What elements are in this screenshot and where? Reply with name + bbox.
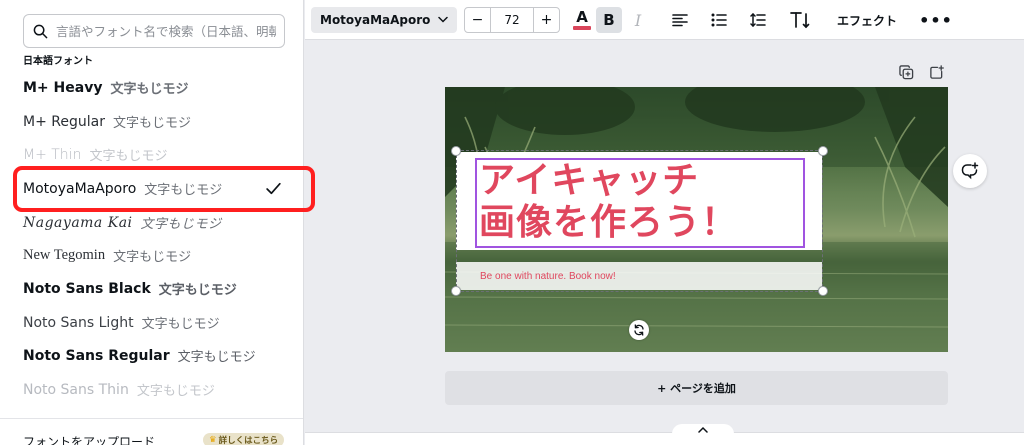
vertical-text-button[interactable] [785,7,815,33]
search-icon [33,24,48,38]
comment-button[interactable] [953,154,987,188]
font-search-box[interactable] [23,14,285,48]
font-sample: 文字もじモジ [113,249,192,264]
font-item-m-plus-regular[interactable]: M+ Regular 文字もじモジ [0,105,303,138]
resize-handle-top-right[interactable] [818,146,828,156]
align-left-icon [672,14,688,27]
rotate-icon [634,324,644,336]
font-sample: 文字もじモジ [89,149,168,164]
effects-button[interactable]: エフェクト [827,7,907,33]
font-name: M+ Thin [23,146,82,163]
font-name: Noto Sans Regular [23,347,170,364]
font-item-motoyamaaporo[interactable]: MotoyaMaAporo 文字もじモジ [0,172,303,205]
duplicate-page-button[interactable] [896,62,916,82]
resize-handle-top-left[interactable] [451,146,461,156]
font-name: M+ Regular [23,113,105,130]
resize-handle-bottom-left[interactable] [451,286,461,296]
checkmark-icon [266,182,281,195]
font-name: Noto Sans Thin [23,381,129,398]
bullet-list-button[interactable] [706,7,732,33]
upload-font-link[interactable]: フォントをアップロード [23,433,155,445]
font-item-noto-sans-thin[interactable]: Noto Sans Thin 文字もじモジ [0,373,303,406]
comment-add-icon [961,162,979,180]
align-left-button[interactable] [667,7,693,33]
font-sample: 文字もじモジ [141,317,220,332]
increase-font-size-button[interactable]: + [534,8,559,32]
font-sample: 文字もじモジ [177,350,256,365]
section-label-japanese-fonts: 日本語フォント [23,56,93,67]
font-item-m-plus-heavy[interactable]: M+ Heavy 文字もじモジ [0,71,303,104]
chevron-down-icon [438,16,448,23]
bold-button[interactable]: B [596,7,622,33]
pro-badge-label: 詳しくはこちら [218,436,279,445]
font-name: Noto Sans Black [23,280,151,297]
duplicate-icon [898,64,913,79]
font-name: Nagayama Kai [23,214,133,231]
subline-text[interactable]: Be one with nature. Book now! [480,271,616,282]
font-family-value: MotoyaMaAporo [320,13,431,27]
font-name: M+ Heavy [23,79,103,96]
font-size-input[interactable]: 72 [490,8,534,32]
font-item-nagayama-kai[interactable]: Nagayama Kai 文字もじモジ [0,206,303,239]
font-item-noto-sans-black[interactable]: Noto Sans Black 文字もじモジ [0,272,303,305]
font-name: MotoyaMaAporo [23,180,137,197]
text-color-glyph: A [576,8,588,26]
vertical-text-icon [790,12,810,29]
bullet-list-icon [711,13,727,27]
decrease-font-size-button[interactable]: − [465,8,490,32]
font-sample: 文字もじモジ [110,82,189,97]
font-size-stepper: − 72 + [464,7,560,33]
line-spacing-button[interactable] [745,7,771,33]
pro-badge[interactable]: ♛ 詳しくはこちら [203,433,285,445]
headline-line-1: アイキャッチ [479,160,700,201]
font-item-noto-sans-light[interactable]: Noto Sans Light 文字もじモジ [0,306,303,339]
headline-line-2: 画像を作ろう！ [479,202,739,243]
chevron-up-icon [698,426,708,433]
panel-divider [0,418,303,419]
font-sample: 文字もじモジ [144,183,223,198]
font-item-noto-sans-regular[interactable]: Noto Sans Regular 文字もじモジ [0,339,303,372]
font-name: Noto Sans Light [23,314,134,331]
font-search-input[interactable] [56,23,276,39]
bottom-bar [305,432,1024,445]
notes-toggle-tab[interactable] [672,424,734,445]
font-sample: 文字もじモジ [158,283,237,298]
text-color-button[interactable]: A [569,7,595,33]
font-item-new-tegomin[interactable]: New Tegomin 文字もじモジ [0,239,303,272]
font-name: New Tegomin [23,247,106,263]
line-spacing-icon [750,12,766,28]
font-sample: 文字もじモジ [112,116,191,131]
font-family-dropdown[interactable]: MotoyaMaAporo [311,7,457,33]
add-page-icon-button[interactable] [926,62,946,82]
italic-button[interactable]: I [625,7,651,33]
resize-handle-bottom-right[interactable] [818,286,828,296]
add-page-icon [929,64,944,79]
font-sample: 文字もじモジ [140,217,222,232]
text-toolbar: MotoyaMaAporo − 72 + A B I エフェクト ••• [305,0,1024,40]
headline-text-box[interactable]: アイキャッチ 画像を作ろう！ [475,158,805,248]
font-item-m-plus-thin[interactable]: M+ Thin 文字もじモジ [0,138,303,171]
text-color-swatch [573,26,591,30]
crown-icon: ♛ [209,435,217,445]
font-sample: 文字もじモジ [136,384,215,399]
add-page-button[interactable]: + ページを追加 [445,371,948,405]
rotate-handle[interactable] [629,320,649,340]
more-options-button[interactable]: ••• [919,7,952,33]
font-panel: 日本語フォント M+ Heavy文字もじモジ M+ Regular文字もじモジ … [0,0,304,445]
